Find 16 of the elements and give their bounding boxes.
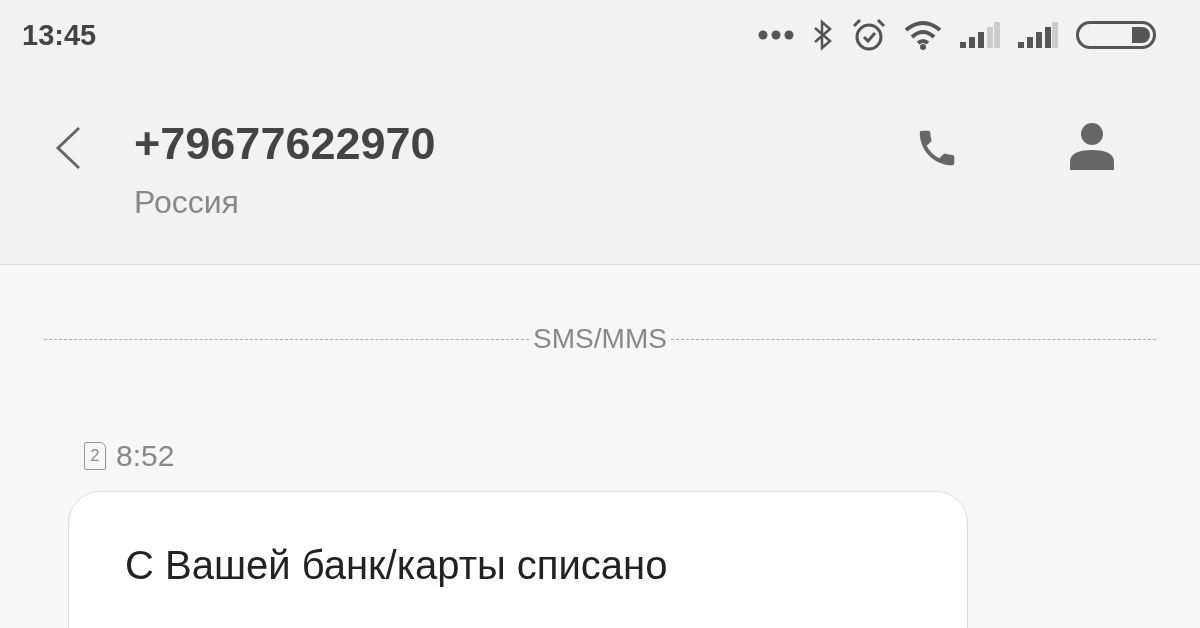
signal-icon	[1018, 22, 1058, 48]
contact-icon[interactable]	[1070, 122, 1114, 170]
message-text: С Вашей банк/карты списано	[125, 542, 668, 589]
more-dots-icon	[758, 30, 794, 40]
wifi-icon	[904, 20, 942, 50]
sim-badge: 2	[84, 442, 106, 470]
battery-icon	[1076, 21, 1156, 49]
message-time: 8:52	[116, 439, 175, 473]
back-icon[interactable]	[54, 126, 82, 170]
signal-icon	[960, 22, 1000, 48]
status-time: 13:45	[22, 18, 97, 52]
contact-number: +79677622970	[134, 117, 437, 171]
bluetooth-icon	[812, 19, 834, 51]
contact-country: Россия	[134, 183, 240, 222]
alarm-icon	[852, 18, 886, 52]
channel-label: SMS/MMS	[533, 323, 667, 355]
